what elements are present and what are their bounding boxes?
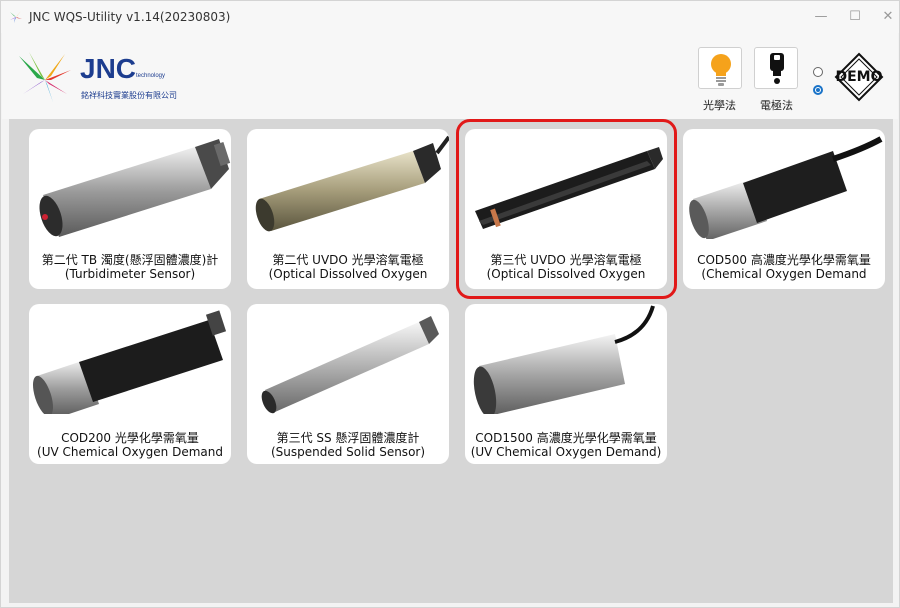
sensor-card-cod1500[interactable]: COD1500 高濃度光學化學需氧量 (UV Chemical Oxygen D… xyxy=(465,304,667,464)
sensor-card-cod200[interactable]: COD200 光學化學需氧量 (UV Chemical Oxygen Deman… xyxy=(29,304,231,464)
optical-method-label: 光學法 xyxy=(703,99,736,112)
app-icon xyxy=(10,11,22,23)
logo-text: JNC xyxy=(80,53,137,84)
sensor-name-en: (Chemical Oxygen Demand xyxy=(701,267,867,281)
optical-method-button[interactable] xyxy=(698,47,742,89)
close-button[interactable]: ✕ xyxy=(873,7,900,27)
cod500-sensor-icon xyxy=(689,136,883,239)
cod1500-sensor-icon xyxy=(473,305,655,414)
sensor-name-zh: COD500 高濃度光學化學需氧量 xyxy=(697,253,871,267)
sensor-name-en: (Suspended Solid Sensor) xyxy=(270,445,426,459)
sensor-name-en: (UV Chemical Oxygen Demand) xyxy=(470,445,662,459)
sensor-name-en: (UV Chemical Oxygen Demand xyxy=(37,445,223,459)
sensor-card-uvdo-gen2[interactable]: 第二代 UVDO 光學溶氧電極 (Optical Dissolved Oxyge… xyxy=(247,129,449,289)
cod200-sensor-icon xyxy=(32,310,227,414)
app-window: JNC WQS-Utility v1.14(20230803) — ☐ ✕ JN… xyxy=(0,0,900,608)
demo-label[interactable]: DEMO xyxy=(833,69,885,85)
sensor-card-tb-gen2[interactable]: 第二代 TB 濁度(懸浮固體濃度)計 (Turbidimeter Sensor) xyxy=(29,129,231,289)
company-name: 銘祥科技實業股份有限公司 xyxy=(81,91,177,100)
sensor-name-en: (Turbidimeter Sensor) xyxy=(64,267,196,281)
sensor-name-zh: 第二代 UVDO 光學溶氧電極 xyxy=(272,253,424,267)
electrode-method-label: 電極法 xyxy=(760,99,793,112)
turbidimeter-sensor-icon xyxy=(39,139,231,237)
live-mode-radio[interactable] xyxy=(813,67,823,77)
sensor-card-cod500[interactable]: COD500 高濃度光學化學需氧量 (Chemical Oxygen Deman… xyxy=(683,129,885,289)
logo-subtext: technology xyxy=(136,73,166,79)
sensor-name-en: (Optical Dissolved Oxygen xyxy=(268,267,428,281)
sensor-name-zh: COD200 光學化學需氧量 xyxy=(61,431,199,445)
electrode-icon xyxy=(770,53,784,84)
sensor-name-zh: 第三代 SS 懸浮固體濃度計 xyxy=(276,431,420,445)
maximize-button[interactable]: ☐ xyxy=(840,7,870,27)
header-bar: JNC technology 銘祥科技實業股份有限公司 光學法 電極法 DEMO xyxy=(2,33,898,119)
uvdo-gen2-sensor-icon xyxy=(255,135,449,232)
sensor-grid: 第二代 TB 濁度(懸浮固體濃度)計 (Turbidimeter Sensor)… xyxy=(9,119,893,603)
title-bar: JNC WQS-Utility v1.14(20230803) — ☐ ✕ xyxy=(1,1,899,33)
ss-gen3-sensor-icon xyxy=(261,316,439,414)
demo-mode-radio[interactable] xyxy=(813,85,823,95)
sensor-name-zh: 第二代 TB 濁度(懸浮固體濃度)計 xyxy=(41,253,219,267)
minimize-button[interactable]: — xyxy=(806,7,836,27)
lightbulb-icon xyxy=(711,54,731,86)
electrode-method-button[interactable] xyxy=(754,47,798,89)
logo-icon xyxy=(19,52,71,104)
sensor-name-zh: COD1500 高濃度光學化學需氧量 xyxy=(475,431,657,445)
sensor-card-ss-gen3[interactable]: 第三代 SS 懸浮固體濃度計 (Suspended Solid Sensor) xyxy=(247,304,449,464)
selected-sensor-highlight xyxy=(456,119,677,299)
window-title: JNC WQS-Utility v1.14(20230803) xyxy=(29,10,231,24)
